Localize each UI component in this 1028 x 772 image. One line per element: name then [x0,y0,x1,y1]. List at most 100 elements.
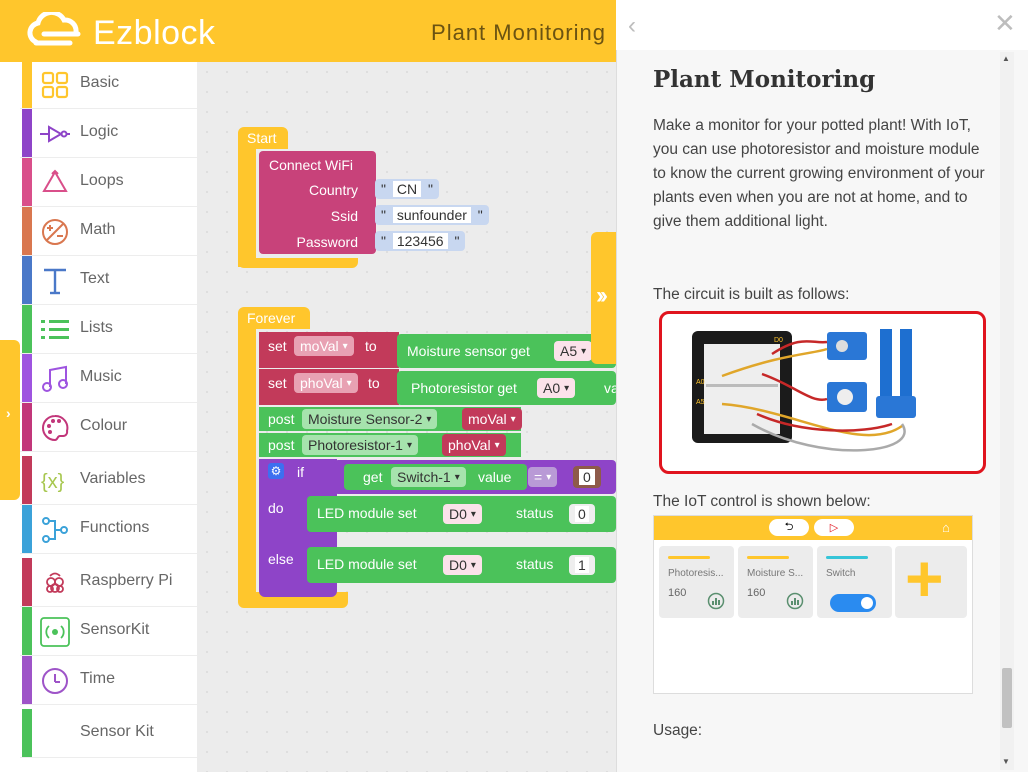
gear-icon[interactable]: ⚙ [268,463,284,479]
sidebar-item-label: Text [80,270,110,287]
scrollbar-thumb[interactable] [1002,668,1012,728]
variable-braces-icon: {x} [40,466,70,496]
switch-toggle[interactable] [830,594,876,612]
brand-name: Ezblock [93,14,216,52]
scroll-up-arrow-icon[interactable]: ▲ [1002,54,1010,63]
math-symbols-icon [40,217,70,247]
music-note-icon [40,364,70,394]
password-label: Password [296,234,358,250]
app-header: Ezblock Plant Monitoring [0,0,616,62]
country-value-field[interactable]: " CN " [375,179,439,199]
start-block-body [238,149,256,267]
sidebar-item-colour[interactable]: Colour [20,403,197,452]
post-photoresistor-block[interactable]: post Photoresistor-1 phoVal [259,433,521,457]
play-icon[interactable]: ▷ [814,519,854,536]
get-switch-block[interactable]: get Switch-1 value [344,464,527,490]
moisture-sensor-get-block[interactable]: Moisture sensor get A5 [397,334,616,368]
chevron-right-icon[interactable]: › [6,405,11,421]
sidebar-item-music[interactable]: Music [20,354,197,403]
sidebar-item-functions[interactable]: Functions [20,505,197,554]
start-block-foot [238,258,358,268]
switch-target-dropdown[interactable]: Switch-1 [391,467,466,487]
sidebar-item-logic[interactable]: Logic [20,109,197,158]
start-block[interactable]: Start [238,127,288,149]
moval-dropdown[interactable]: moVal [294,336,354,356]
sidebar-item-label: Functions [80,519,150,536]
category-color-bar [22,607,32,655]
svg-text:A5: A5 [696,399,705,406]
sidebar-item-variables[interactable]: {x} Variables [20,456,197,505]
clock-icon [40,666,70,696]
ssid-value-field[interactable]: " sunfounder " [375,205,489,225]
category-color-bar [22,403,32,451]
led-on-pin-dropdown[interactable]: D0 [443,555,482,575]
sidebar-item-label: Sensor Kit [80,723,154,740]
sidebar-item-text[interactable]: Text [20,256,197,305]
sidebar-item-label: Colour [80,417,128,434]
sidebar-item-label: Time [80,670,115,687]
set-moval-block[interactable]: set moVal to [259,332,399,368]
connect-wifi-block[interactable]: Connect WiFi Country Ssid Password [259,151,376,254]
close-icon[interactable]: ✕ [994,8,1016,39]
compare-value-field[interactable]: 0 [573,466,601,488]
set-phoval-block[interactable]: set phoVal to [259,369,399,405]
sidebar-item-lists[interactable]: Lists [20,305,197,354]
double-chevron-right-icon: ›› [596,282,608,309]
undo-icon[interactable]: ⮌ [769,519,809,536]
scroll-down-arrow-icon[interactable]: ▼ [1002,757,1010,766]
led-set-on-block[interactable]: LED module set D0 status 1 [307,547,616,583]
sidebar-item-sensorkit[interactable]: SensorKit [20,607,197,656]
add-widget-button[interactable]: + [895,541,967,618]
post2-value-dropdown[interactable]: phoVal [442,434,506,456]
raspberry-icon [40,568,70,598]
chart-gauge-icon [786,592,804,610]
phoval-dropdown[interactable]: phoVal [294,373,358,393]
block-workspace[interactable]: Start Connect WiFi Country Ssid Password… [197,62,616,772]
logic-gate-icon [40,119,70,149]
moisture-pin-dropdown[interactable]: A5 [554,341,593,361]
category-color-bar [22,354,32,402]
category-color-bar [22,558,32,606]
home-icon[interactable]: ⌂ [942,520,950,535]
tutorial-description: Make a monitor for your potted plant! Wi… [653,117,985,230]
photoresistor-get-block[interactable]: Photoresistor get A0 va [397,371,616,405]
forever-block[interactable]: Forever [238,307,310,329]
chart-gauge-icon [707,592,725,610]
sidebar-item-label: Math [80,221,116,238]
iot-toolbar: ⮌ ▷ ⌂ [654,516,972,540]
led-set-off-block[interactable]: LED module set D0 status 0 [307,496,616,532]
sidebar-item-raspberry-pi[interactable]: Raspberry Pi [20,558,197,607]
start-label: Start [247,130,277,146]
sidebar-item-label: Basic [80,74,120,91]
led-off-status-field[interactable]: 0 [569,504,595,524]
sidebar-item-math[interactable]: Math [20,207,197,256]
chevron-left-icon[interactable]: ‹ [628,12,636,40]
password-value-field[interactable]: " 123456 " [375,231,466,251]
plus-icon: + [905,541,944,615]
post1-target-dropdown[interactable]: Moisture Sensor-2 [302,409,438,429]
iot-card-photoresistor[interactable]: Photoresis... 160 [659,546,734,618]
functions-flow-icon [40,515,70,545]
panel-collapse-tab[interactable]: ›› [591,232,618,364]
post-moisture-block[interactable]: post Moisture Sensor-2 moVal [259,407,522,431]
photo-pin-dropdown[interactable]: A0 [537,378,576,398]
iot-card-moisture[interactable]: Moisture S... 160 [738,546,813,618]
card-accent-line [747,556,789,559]
forever-label: Forever [247,310,296,326]
sidebar-item-label: SensorKit [80,621,150,638]
led-off-pin-dropdown[interactable]: D0 [443,504,482,524]
panel-scrollbar[interactable] [1000,52,1014,770]
sidebar-item-basic[interactable]: Basic [20,60,197,109]
sidebar-item-time[interactable]: Time [20,656,197,705]
compare-operator-dropdown[interactable]: = [528,467,558,487]
sidebar-item-label: Loops [80,172,124,189]
led-on-status-field[interactable]: 1 [569,555,595,575]
iot-card-switch[interactable]: Switch [817,546,892,618]
svg-text:A0: A0 [696,379,705,386]
post1-value-dropdown[interactable]: moVal [462,408,522,430]
circuit-heading: The circuit is built as follows: [653,286,850,303]
sidebar-item-sensor-kit[interactable]: Sensor Kit [20,709,197,758]
sidebar-item-loops[interactable]: Loops [20,158,197,207]
sidebar-item-label: Music [80,368,122,385]
post2-target-dropdown[interactable]: Photoresistor-1 [302,435,418,455]
